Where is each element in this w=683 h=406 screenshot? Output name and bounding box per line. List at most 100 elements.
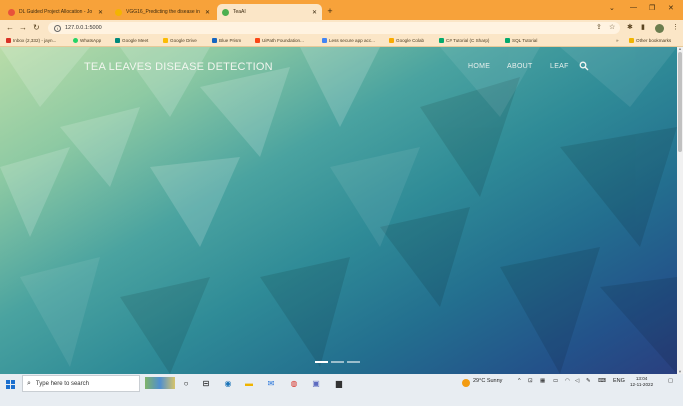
w3schools-icon [439,38,444,43]
taskbar-search-placeholder: Type here to search [35,380,89,387]
bookmark-sql-tutorial[interactable]: SQL Tutorial [505,38,537,43]
notifications-icon[interactable]: ▢ [668,378,673,384]
back-arrow-icon[interactable]: ← [6,23,14,33]
page-scrollbar[interactable]: ▲ ▼ [677,47,683,374]
other-bookmarks[interactable]: Other bookmarks [629,38,671,43]
chrome-icon[interactable]: ◍ [288,377,300,389]
tab-title: TeaAI [233,9,246,15]
bookmark-uipath[interactable]: UiPath Foundation... [255,38,304,43]
mail-icon[interactable]: ✉ [265,377,277,389]
close-tab-icon[interactable]: ✕ [312,9,317,16]
google-drive-icon [163,38,168,43]
low-poly-background [0,47,677,374]
bookmark-label: Google Drive [170,38,197,43]
browser-toolbar: ← → ↻ i 127.0.0.1:5000 ⇪ ☆ ✱ ▮ ⋮ [0,20,683,36]
clock-date: 12-11-2022 [630,382,654,387]
bookmark-label: Other bookmarks [636,38,672,43]
bookmarks-overflow-button[interactable]: » [616,38,619,43]
battery-icon[interactable]: ▭ [553,378,558,384]
bookmark-whatsapp[interactable]: WhatsApp [73,38,101,43]
extensions-icon[interactable]: ✱ [627,23,633,33]
bookmark-label: Google Meet [122,38,149,43]
close-window-button[interactable]: ✕ [668,4,674,12]
carousel-indicator[interactable] [331,361,344,363]
task-view-icon[interactable]: ⊟ [200,377,212,389]
keyboard-icon[interactable]: ⌨ [598,378,606,384]
colab-icon [389,38,394,43]
site-brand-title[interactable]: TEA LEAVES DISEASE DETECTION [84,61,273,73]
reload-icon[interactable]: ↻ [33,23,40,33]
photos-icon[interactable]: ▣ [310,377,322,389]
google-meet-icon [115,38,120,43]
bookmark-label: Less secure app acc... [329,38,375,43]
bookmark-label: WhatsApp [80,38,102,43]
taskbar-clock[interactable]: 13:04 12-11-2022 [630,376,653,388]
tab-title: VGG16_Predicting the disease in [126,9,200,15]
browser-tab-strip: DL Guided Project Allocation - Jo ✕ VGG1… [0,0,683,20]
cortana-icon[interactable]: ○ [180,377,192,389]
bookmark-label: Inbox (2,332) - jayn... [13,38,57,43]
bookmark-csharp-tutorial[interactable]: C# Tutorial (C Sharp) [439,38,489,43]
carousel-indicator[interactable] [347,361,360,363]
network-icon[interactable]: ⊡ [528,378,533,384]
bookmark-inbox[interactable]: Inbox (2,332) - jayn... [6,38,56,43]
nav-home-link[interactable]: HOME [468,63,490,70]
terminal-icon[interactable]: ▆ [333,377,345,389]
bookmark-star-icon[interactable]: ☆ [609,23,615,33]
bookmark-label: C# Tutorial (C Sharp) [446,38,490,43]
tab-favicon-icon [222,8,229,16]
language-indicator[interactable]: ENG [613,378,625,384]
hero-section: TEA LEAVES DISEASE DETECTION HOME ABOUT … [0,47,677,374]
share-icon[interactable]: ⇪ [596,23,602,33]
taskbar-search-box[interactable]: ⌕ Type here to search [22,375,140,392]
file-explorer-icon[interactable]: ▬ [243,377,255,389]
scrollbar-thumb[interactable] [678,52,682,152]
bookmark-google-drive[interactable]: Google Drive [163,38,197,43]
bookmark-blue-prism[interactable]: Blue Prism [212,38,241,43]
nav-about-link[interactable]: ABOUT [507,63,533,70]
nav-leaf-link[interactable]: LEAF [550,63,569,70]
tab-dl-guided-project[interactable]: DL Guided Project Allocation - Jo ✕ [3,4,108,20]
maximize-button[interactable]: ❐ [649,4,655,12]
bookmark-google-colab[interactable]: Google Colab [389,38,424,43]
bookmarks-bar: Inbox (2,332) - jayn... WhatsApp Google … [0,36,683,47]
bookmark-label: SQL Tutorial [512,38,538,43]
forward-arrow-icon[interactable]: → [19,23,27,33]
profile-avatar[interactable] [655,24,664,33]
wifi-icon[interactable]: ◠ [565,378,570,384]
new-tab-button[interactable]: + [324,5,336,17]
gmail-icon [6,38,11,43]
minimize-button[interactable]: — [630,4,637,11]
close-tab-icon[interactable]: ✕ [98,9,103,16]
windows-start-icon[interactable] [6,380,15,389]
google-icon [322,38,327,43]
address-bar[interactable]: i 127.0.0.1:5000 [48,22,620,34]
tab-title: DL Guided Project Allocation - Jo [19,9,93,15]
tab-search-icon[interactable]: ⌄ [609,4,615,12]
bookmark-less-secure-app[interactable]: Less secure app acc... [322,38,375,43]
bookmark-label: UiPath Foundation... [262,38,304,43]
bookmark-google-meet[interactable]: Google Meet [115,38,148,43]
address-url: 127.0.0.1:5000 [65,25,102,31]
scroll-up-icon[interactable]: ▲ [678,47,682,51]
blue-prism-icon [212,38,217,43]
volume-icon[interactable]: ◁ [575,378,579,384]
carousel-indicators [315,361,360,363]
carousel-indicator[interactable] [315,361,328,363]
show-hidden-icons-icon[interactable]: ^ [518,378,521,384]
browser-menu-icon[interactable]: ⋮ [672,23,679,33]
search-highlight-icon[interactable] [145,377,175,389]
search-icon[interactable] [579,61,589,71]
site-info-icon[interactable]: i [54,24,61,32]
pen-icon[interactable]: ✎ [586,378,591,384]
side-panel-icon[interactable]: ▮ [641,23,645,33]
tab-vgg16[interactable]: VGG16_Predicting the disease in ✕ [110,4,215,20]
edge-icon[interactable]: ◉ [222,377,234,389]
tray-app-icon[interactable]: ▦ [540,378,545,384]
tab-teaai[interactable]: TeaAI ✕ [217,4,322,20]
close-tab-icon[interactable]: ✕ [205,9,210,16]
whatsapp-icon [73,38,78,43]
uipath-icon [255,38,260,43]
windows-taskbar: ⌕ Type here to search ○ ⊟ ◉ ▬ ✉ ◍ ▣ ▆ 29… [0,374,683,406]
weather-text[interactable]: 29°C Sunny [473,378,502,384]
